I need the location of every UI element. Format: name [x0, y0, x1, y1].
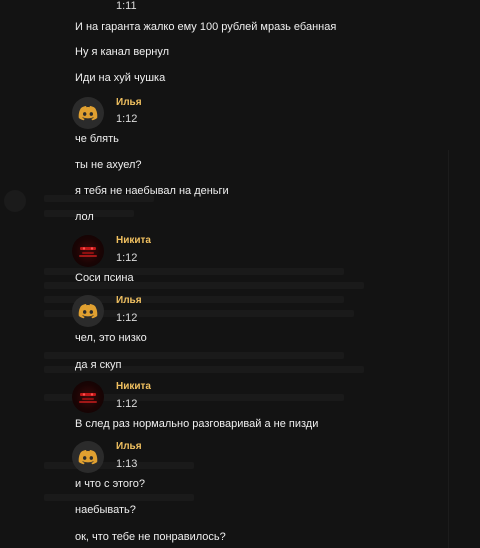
message-text[interactable]: и что с этого? [75, 477, 145, 491]
discord-icon [78, 304, 98, 319]
message-text[interactable]: я тебя не наебывал на деньги [75, 184, 229, 198]
discord-icon [78, 450, 98, 465]
message-text[interactable]: че блять [75, 132, 119, 146]
message-text[interactable]: ок, что тебе не понравилось? [75, 530, 226, 544]
message-text[interactable]: чел, это низко [75, 331, 147, 345]
message-text[interactable]: Соси псина [75, 271, 134, 285]
message-author[interactable]: Илья [116, 97, 142, 109]
message-text[interactable]: лол [75, 210, 94, 224]
message-text[interactable]: да я скуп [75, 358, 122, 372]
message-timestamp: 1:12 [116, 113, 138, 125]
message-author[interactable]: Никита [116, 381, 151, 393]
discord-icon [78, 106, 98, 121]
avatar[interactable] [72, 235, 104, 267]
avatar[interactable] [72, 97, 104, 129]
message-timestamp: 1:12 [116, 252, 138, 264]
chat-log: 1:11 И на гаранта жалко ему 100 рублей м… [0, 0, 480, 548]
message-text[interactable]: Иди на хуй чушка [75, 71, 165, 85]
message-timestamp: 1:13 [116, 458, 138, 470]
message-text[interactable]: Ну я канал вернул [75, 45, 169, 59]
red-mask-icon [79, 393, 97, 403]
message-author[interactable]: Илья [116, 441, 142, 453]
message-timestamp: 1:12 [116, 398, 138, 410]
message-timestamp: 1:11 [116, 0, 137, 12]
message-text[interactable]: И на гаранта жалко ему 100 рублей мразь … [75, 20, 336, 34]
message-text[interactable]: В след раз нормально разговаривай а не п… [75, 417, 318, 431]
avatar[interactable] [72, 381, 104, 413]
red-mask-icon [79, 247, 97, 257]
message-author[interactable]: Илья [116, 295, 142, 307]
avatar[interactable] [72, 441, 104, 473]
message-author[interactable]: Никита [116, 235, 151, 247]
avatar[interactable] [72, 295, 104, 327]
message-text[interactable]: наебывать? [75, 503, 136, 517]
message-timestamp: 1:12 [116, 312, 138, 324]
message-text[interactable]: ты не ахуел? [75, 158, 142, 172]
